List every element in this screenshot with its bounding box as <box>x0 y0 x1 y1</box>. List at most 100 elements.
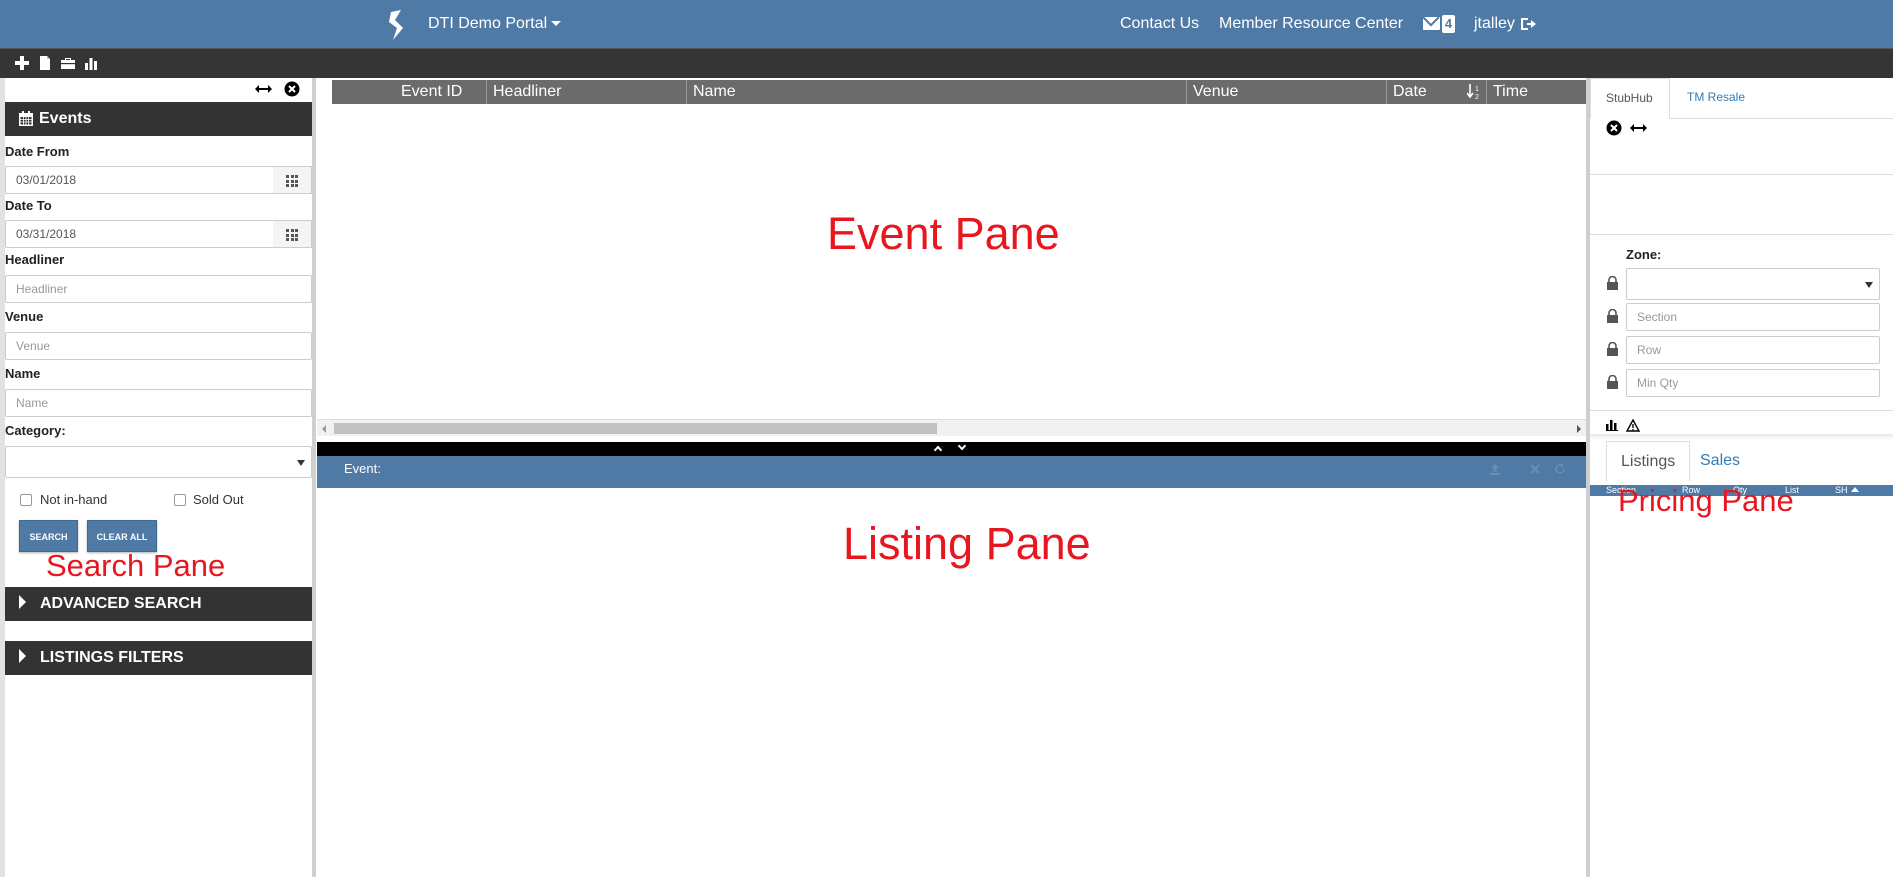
caret-down-icon <box>551 21 562 27</box>
headliner-label: Headliner <box>5 252 65 267</box>
column-event-id[interactable]: Event ID <box>332 80 487 104</box>
brand-name: DTI Demo Portal <box>428 15 548 32</box>
user-menu[interactable]: jtalley <box>1474 15 1515 33</box>
briefcase-icon[interactable] <box>60 55 76 71</box>
lock-icon[interactable] <box>1606 276 1619 290</box>
caret-right-icon <box>19 649 26 663</box>
brand-dropdown[interactable]: DTI Demo Portal <box>428 15 562 33</box>
advanced-search-title: ADVANCED SEARCH <box>40 595 202 612</box>
shadow-divider <box>1590 434 1893 440</box>
column-date[interactable]: Date 12 <box>1387 80 1487 104</box>
warning-icon[interactable] <box>1626 419 1640 432</box>
logout-icon[interactable] <box>1520 17 1536 31</box>
pane-splitter[interactable] <box>317 441 1586 456</box>
close-circle-icon[interactable] <box>1606 120 1622 136</box>
brand-logo-icon[interactable] <box>389 10 405 40</box>
advanced-search-header[interactable]: ADVANCED SEARCH <box>5 587 312 621</box>
column-time[interactable]: Time <box>1487 80 1586 104</box>
dropdown-arrow-icon <box>1865 282 1873 288</box>
search-pane: Events Date From Date To Headliner Venue… <box>5 78 312 877</box>
listing-header: Event: <box>317 456 1586 488</box>
name-label: Name <box>5 366 41 381</box>
date-to-label: Date To <box>5 198 52 213</box>
date-from-input[interactable] <box>5 166 312 194</box>
section-input[interactable] <box>1626 303 1880 331</box>
calendar-grid-icon <box>286 229 298 241</box>
tab-listings[interactable]: Listings <box>1606 441 1691 481</box>
svg-text:2: 2 <box>1475 94 1479 100</box>
svg-text:1: 1 <box>1475 86 1479 93</box>
bar-chart-icon[interactable] <box>1606 420 1618 431</box>
event-horizontal-scrollbar[interactable] <box>317 419 1586 436</box>
bar-chart-icon[interactable] <box>83 55 99 71</box>
lock-icon[interactable] <box>1606 309 1619 323</box>
headliner-input[interactable] <box>5 275 312 303</box>
refresh-icon[interactable] <box>1554 463 1566 475</box>
category-select[interactable] <box>5 446 312 478</box>
listing-pane-annotation: Listing Pane <box>843 518 1091 569</box>
venue-label: Venue <box>5 309 44 324</box>
divider <box>1590 234 1893 235</box>
calendar-icon <box>19 111 33 126</box>
venue-input[interactable] <box>5 332 312 360</box>
min-qty-input[interactable] <box>1626 369 1880 397</box>
listings-filters-header[interactable]: LISTINGS FILTERS <box>5 641 312 675</box>
column-headliner[interactable]: Headliner <box>487 80 687 104</box>
sort-up-icon <box>1851 487 1859 492</box>
toolbar <box>0 48 1893 78</box>
event-label: Event: <box>344 461 381 476</box>
messages-button[interactable]: 4 <box>1423 15 1456 35</box>
close-circle-icon[interactable] <box>284 81 300 97</box>
contact-link[interactable]: Contact Us <box>1120 15 1199 33</box>
chevron-up-icon[interactable] <box>933 445 943 455</box>
sold-out-checkbox[interactable] <box>174 494 186 506</box>
caret-right-icon <box>19 595 26 609</box>
search-pane-annotation: Search Pane <box>46 548 226 583</box>
pricing-pane-annotation: Pricing Pane <box>1618 483 1794 518</box>
column-venue[interactable]: Venue <box>1187 80 1387 104</box>
chevron-down-icon[interactable] <box>957 441 967 451</box>
zone-label: Zone: <box>1626 247 1662 262</box>
divider <box>1590 410 1893 411</box>
close-icon[interactable] <box>1530 464 1540 474</box>
scroll-left-arrow-icon[interactable] <box>322 425 326 433</box>
mail-count-badge: 4 <box>1442 15 1455 33</box>
events-section-header: Events <box>5 102 312 136</box>
envelope-icon <box>1423 17 1440 30</box>
divider <box>1590 174 1893 175</box>
mini-column-sh[interactable]: SH <box>1835 485 1848 496</box>
file-icon[interactable] <box>37 55 53 71</box>
calendar-grid-icon <box>286 175 298 187</box>
left-splitter[interactable] <box>312 78 316 877</box>
tab-sales[interactable]: Sales <box>1686 441 1754 481</box>
top-navbar: DTI Demo Portal Contact Us Member Resour… <box>0 0 1893 48</box>
tab-stubhub[interactable]: StubHub <box>1590 78 1670 119</box>
events-section-title: Events <box>39 110 92 127</box>
resize-horizontal-icon[interactable] <box>1630 122 1647 134</box>
date-from-label: Date From <box>5 144 70 159</box>
lock-icon[interactable] <box>1606 342 1619 356</box>
plus-icon[interactable] <box>14 55 30 71</box>
event-grid-header: Event ID Headliner Name Venue Date 12 Ti… <box>332 80 1586 104</box>
resize-horizontal-icon[interactable] <box>255 83 272 95</box>
tab-tm-resale[interactable]: TM Resale <box>1687 90 1745 104</box>
sort-ascending-icon: 12 <box>1467 84 1479 100</box>
column-name[interactable]: Name <box>687 80 1187 104</box>
dropdown-arrow-icon <box>297 460 305 466</box>
not-in-hand-label: Not in-hand <box>40 492 108 507</box>
upload-icon[interactable] <box>1489 463 1501 475</box>
name-input[interactable] <box>5 389 312 417</box>
scroll-right-arrow-icon[interactable] <box>1577 425 1581 433</box>
category-label: Category: <box>5 423 66 438</box>
listing-body: Listing Pane <box>317 488 1586 877</box>
date-to-input[interactable] <box>5 220 312 248</box>
zone-select[interactable] <box>1626 268 1880 300</box>
listings-filters-title: LISTINGS FILTERS <box>40 649 184 666</box>
scrollbar-thumb[interactable] <box>334 423 937 434</box>
lock-icon[interactable] <box>1606 375 1619 389</box>
date-from-picker-button[interactable] <box>273 166 312 194</box>
row-input[interactable] <box>1626 336 1880 364</box>
not-in-hand-checkbox[interactable] <box>20 494 32 506</box>
date-to-picker-button[interactable] <box>273 220 312 248</box>
member-resource-center-link[interactable]: Member Resource Center <box>1219 15 1403 33</box>
